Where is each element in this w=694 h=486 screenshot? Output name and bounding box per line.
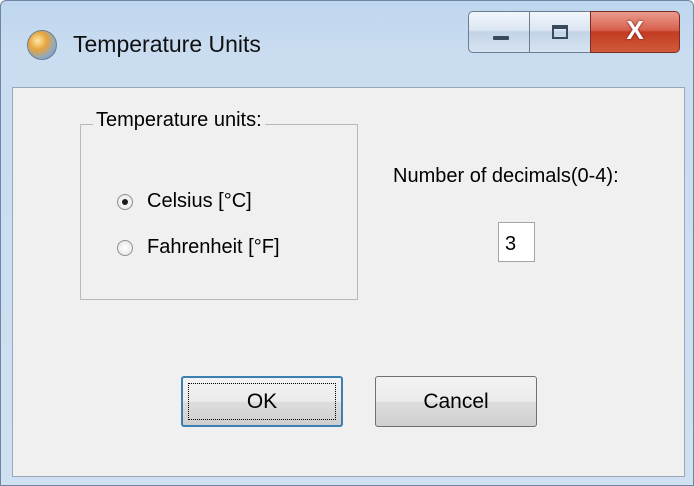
dialog-client-area: Temperature units: Celsius [°C] Fahrenhe… bbox=[12, 87, 685, 477]
window-title: Temperature Units bbox=[73, 31, 261, 57]
maximize-icon bbox=[552, 25, 568, 39]
ok-button[interactable]: OK bbox=[181, 376, 343, 427]
group-legend: Temperature units: bbox=[93, 109, 265, 132]
fahrenheit-option[interactable]: Fahrenheit [°F] bbox=[117, 236, 280, 259]
minimize-button[interactable] bbox=[468, 11, 530, 53]
decimals-label: Number of decimals(0-4): bbox=[393, 165, 619, 187]
cancel-label: Cancel bbox=[423, 389, 489, 413]
maximize-button[interactable] bbox=[529, 11, 591, 53]
fahrenheit-label[interactable]: Fahrenheit [°F] bbox=[147, 236, 280, 259]
focus-rectangle bbox=[188, 383, 336, 420]
title-bar[interactable]: Temperature Units X bbox=[1, 1, 693, 87]
minimize-icon bbox=[493, 36, 509, 40]
fahrenheit-radio[interactable] bbox=[117, 239, 133, 256]
globe-icon[interactable] bbox=[27, 30, 57, 60]
decimals-input[interactable] bbox=[498, 222, 535, 262]
celsius-option[interactable]: Celsius [°C] bbox=[117, 190, 252, 213]
celsius-label[interactable]: Celsius [°C] bbox=[147, 190, 252, 213]
dialog-window: Temperature Units X Temperature units: C… bbox=[0, 0, 694, 486]
close-icon: X bbox=[626, 15, 644, 45]
close-button[interactable]: X bbox=[590, 11, 680, 53]
celsius-radio[interactable] bbox=[117, 193, 133, 210]
cancel-button[interactable]: Cancel bbox=[375, 376, 537, 427]
